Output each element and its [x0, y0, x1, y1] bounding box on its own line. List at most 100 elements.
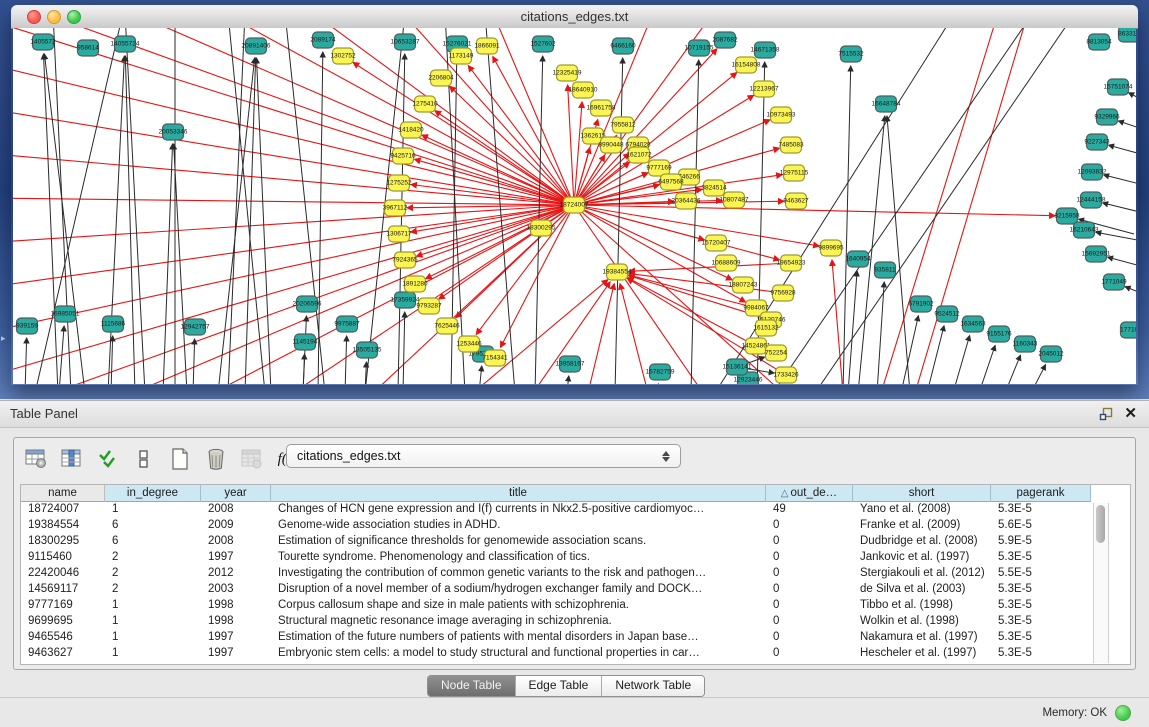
column-header-in_degree[interactable]: in_degree: [105, 485, 201, 502]
graph-node[interactable]: 7485083: [778, 137, 804, 153]
table-vertical-scrollbar[interactable]: [1093, 503, 1109, 663]
graph-node[interactable]: 1634563: [960, 316, 986, 332]
graph-node[interactable]: 12444158: [1077, 192, 1106, 208]
graph-edge[interactable]: [1125, 287, 1136, 296]
graph-node[interactable]: 9524512: [934, 306, 960, 322]
graph-node[interactable]: 7625446: [434, 318, 460, 334]
graph-edge[interactable]: [1104, 175, 1136, 186]
graph-edge[interactable]: [13, 205, 574, 243]
graph-edge[interactable]: [245, 58, 256, 384]
new-table-icon[interactable]: [168, 447, 192, 471]
column-header-year[interactable]: year: [201, 485, 271, 502]
graph-edge[interactable]: [1031, 365, 1046, 384]
network-canvas[interactable]: 1405572958614140557242089140620891741065…: [13, 28, 1136, 384]
graph-edge[interactable]: [1096, 232, 1136, 242]
graph-node[interactable]: 12325419: [553, 65, 582, 81]
graph-edge[interactable]: [193, 339, 195, 384]
graph-edge[interactable]: [1103, 203, 1136, 214]
graph-node[interactable]: 1418420: [398, 122, 424, 138]
tab-edge-table[interactable]: Edge Table: [515, 676, 602, 696]
graph-node[interactable]: 9329966: [1094, 109, 1120, 125]
graph-edge[interactable]: [345, 336, 347, 384]
graph-edge[interactable]: [43, 28, 574, 205]
graph-node[interactable]: 12093832: [1078, 164, 1107, 180]
graph-node[interactable]: 1173149: [449, 48, 474, 64]
graph-node[interactable]: 2206804: [428, 70, 454, 86]
graph-node[interactable]: 177104: [1120, 322, 1136, 338]
graph-edge[interactable]: [927, 326, 944, 384]
graph-node[interactable]: 1615132: [753, 320, 779, 336]
graph-node[interactable]: 15136141: [723, 359, 752, 375]
graph-node[interactable]: 7154341: [482, 350, 508, 366]
window-titlebar[interactable]: citations_edges.txt: [11, 5, 1138, 29]
graph-node[interactable]: 1891280: [402, 276, 428, 292]
graph-node[interactable]: 12213967: [750, 81, 779, 97]
graph-node[interactable]: 1145194: [293, 334, 318, 350]
table-selector-dropdown[interactable]: citations_edges.txt: [286, 444, 681, 468]
graph-node[interactable]: 8990448: [598, 137, 624, 153]
graph-node[interactable]: 18640910: [569, 82, 598, 98]
table-row[interactable]: 1830029562008Estimation of significance …: [21, 534, 1130, 550]
graph-node[interactable]: 9756928: [770, 285, 796, 301]
graph-node[interactable]: 1306717: [386, 226, 412, 242]
panel-collapse-arrow-icon[interactable]: ▸: [1, 333, 6, 344]
graph-edge[interactable]: [13, 205, 574, 333]
scrollbar-thumb[interactable]: [1096, 505, 1105, 543]
graph-node[interactable]: 15720407: [702, 235, 731, 251]
graph-node[interactable]: 1527602: [530, 36, 556, 52]
graph-edge[interactable]: [574, 28, 653, 205]
graph-node[interactable]: 20364436: [672, 193, 701, 209]
graph-node[interactable]: 19654923: [777, 255, 806, 271]
graph-edge[interactable]: [615, 58, 623, 384]
graph-node[interactable]: 1275410: [412, 96, 438, 112]
table-row[interactable]: 1872400712008Changes of HCN gene express…: [21, 502, 1130, 518]
graph-node[interactable]: 3967112: [383, 200, 408, 216]
graph-edge[interactable]: [620, 284, 648, 384]
graph-node[interactable]: 16985051: [51, 306, 80, 322]
graph-node[interactable]: 8215958: [1054, 208, 1080, 224]
graph-edge[interactable]: [901, 316, 918, 384]
graph-edge[interactable]: [473, 280, 608, 384]
graph-edge[interactable]: [1108, 257, 1136, 268]
graph-edge[interactable]: [218, 58, 255, 384]
graph-node[interactable]: 10973493: [767, 107, 796, 123]
table-row[interactable]: 911546021997Tourette syndrome. Phenomeno…: [21, 550, 1130, 566]
graph-node[interactable]: 939159: [16, 318, 38, 334]
delete-icon[interactable]: [204, 447, 228, 471]
graph-node[interactable]: 9155176: [986, 326, 1012, 342]
graph-edge[interactable]: [887, 116, 910, 384]
graph-edge[interactable]: [574, 205, 1055, 216]
column-header-short[interactable]: short: [853, 485, 991, 502]
graph-edge[interactable]: [588, 284, 614, 384]
graph-node[interactable]: 1405572: [30, 34, 56, 50]
tab-network-table[interactable]: Network Table: [601, 676, 704, 696]
graph-node[interactable]: 10688609: [712, 255, 741, 271]
graph-node[interactable]: 20206596: [293, 296, 322, 312]
graph-edge[interactable]: [1118, 121, 1136, 131]
graph-edge[interactable]: [479, 366, 482, 384]
graph-edge[interactable]: [715, 28, 955, 384]
graph-node[interactable]: 15751074: [1104, 79, 1133, 95]
graph-node[interactable]: 15692951: [1082, 246, 1111, 262]
graph-node[interactable]: 16782759: [646, 364, 675, 380]
graph-node[interactable]: 9899695: [818, 240, 844, 256]
graph-node[interactable]: 18724007: [560, 197, 589, 213]
close-panel-icon[interactable]: ✕: [1124, 404, 1137, 422]
graph-node[interactable]: 20891406: [242, 38, 271, 54]
graph-node[interactable]: 1733426: [773, 367, 799, 383]
graph-node[interactable]: 9793287: [416, 298, 442, 314]
graph-node[interactable]: 7955812: [610, 117, 636, 133]
graph-node[interactable]: 8813054: [1086, 34, 1112, 50]
graph-node[interactable]: 13958167: [556, 356, 585, 372]
graph-node[interactable]: 18807243: [729, 277, 758, 293]
graph-node[interactable]: 12942757: [181, 319, 210, 335]
graph-node[interactable]: 2087682: [712, 32, 738, 48]
graph-node[interactable]: 10653287: [391, 34, 420, 50]
graph-edge[interactable]: [303, 354, 305, 384]
column-header-title[interactable]: title: [271, 485, 766, 502]
table-row[interactable]: 977716911998Corpus callosum shape and si…: [21, 598, 1130, 614]
graph-node[interactable]: 7515532: [838, 46, 864, 62]
graph-node[interactable]: 6791902: [908, 296, 934, 312]
graph-node[interactable]: 1302752: [330, 48, 356, 64]
graph-edge[interactable]: [953, 336, 970, 384]
